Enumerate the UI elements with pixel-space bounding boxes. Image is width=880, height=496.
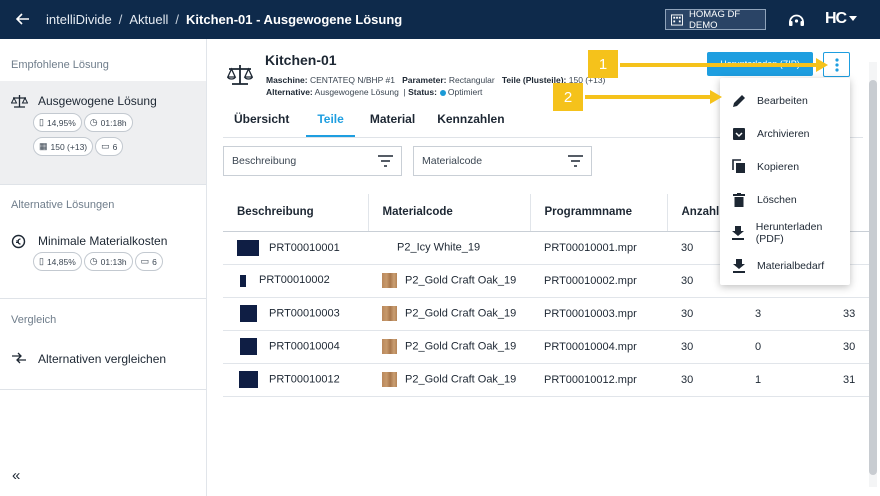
callout-arrows [585,58,828,104]
callout-arrow-2 [585,90,722,104]
callout-arrow-1 [620,58,828,72]
